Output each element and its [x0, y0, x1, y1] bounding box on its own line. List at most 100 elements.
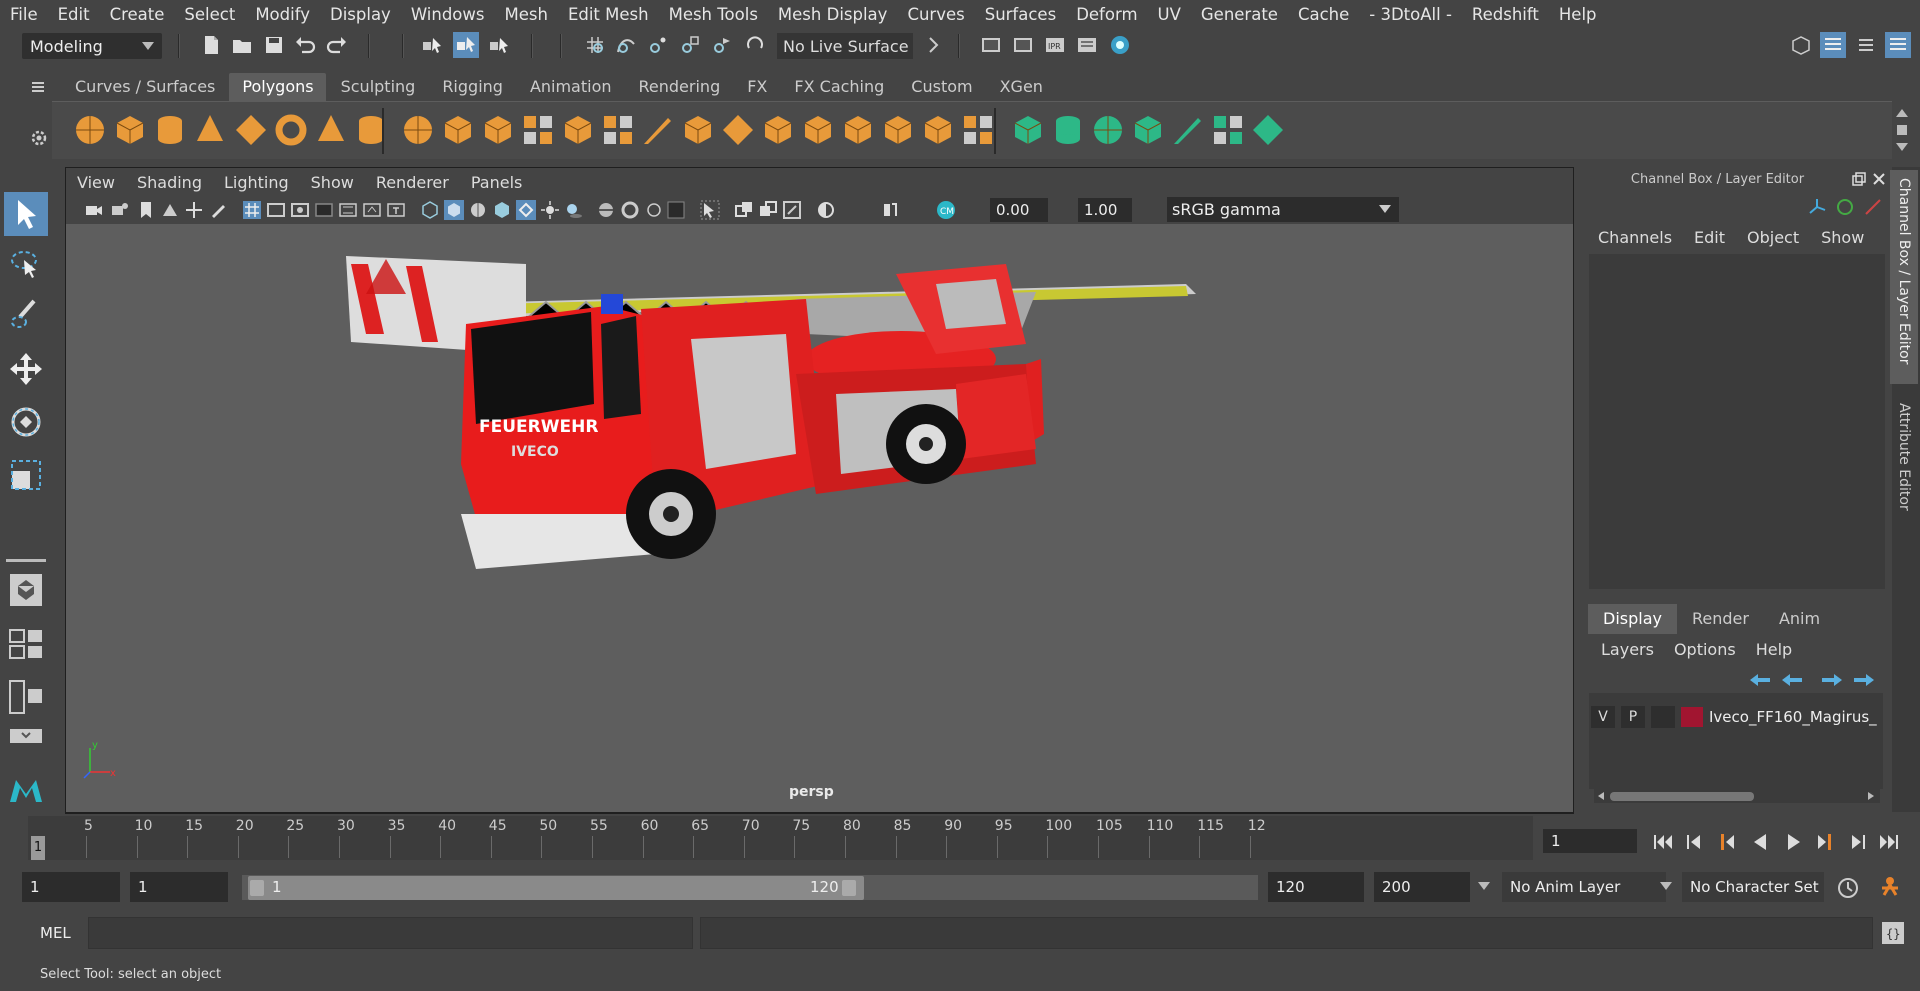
extract-icon[interactable] — [560, 112, 596, 148]
menu-curves[interactable]: Curves — [907, 5, 964, 24]
animation-preferences-icon[interactable] — [1876, 874, 1904, 902]
scale-tool-icon[interactable] — [8, 457, 44, 493]
shaded-wireframe-icon[interactable] — [468, 200, 488, 220]
tab-channel-box-layer-editor[interactable]: Channel Box / Layer Editor — [1890, 170, 1918, 384]
viewport-menu-panels[interactable]: Panels — [471, 173, 523, 192]
render-view-icon[interactable] — [980, 34, 1002, 56]
poly-sphere-icon[interactable] — [72, 112, 108, 148]
poly-pyramid-icon[interactable] — [313, 112, 349, 148]
character-set-dropdown[interactable]: No Character Set — [1682, 872, 1824, 902]
frame-selected-icon[interactable] — [758, 200, 778, 220]
select-camera-icon[interactable] — [84, 200, 104, 220]
range-end-handle[interactable] — [842, 880, 856, 896]
hud-icon[interactable] — [782, 200, 802, 220]
range-start-handle[interactable] — [250, 880, 264, 896]
new-layer-selected-icon[interactable] — [1852, 672, 1876, 688]
undo-icon[interactable] — [294, 34, 316, 56]
wireframe-icon[interactable] — [420, 200, 440, 220]
channel-box-menu-show[interactable]: Show — [1821, 228, 1864, 247]
step-back-key-icon[interactable] — [1716, 832, 1738, 852]
exposure-icon[interactable] — [816, 200, 836, 220]
select-tool-icon[interactable] — [4, 192, 48, 236]
ipr-render-icon[interactable]: IPR — [1044, 34, 1066, 56]
current-frame-field[interactable]: 1 — [1543, 829, 1637, 853]
tab-animation[interactable]: Animation — [517, 73, 624, 101]
tab-rigging[interactable]: Rigging — [429, 73, 515, 101]
color-space-dropdown[interactable]: sRGB gamma — [1167, 197, 1399, 222]
move-layer-down-icon[interactable] — [1780, 672, 1804, 688]
menu-file[interactable]: File — [10, 5, 38, 24]
gamma-field[interactable]: 1.00 — [1078, 198, 1132, 222]
render-current-frame-icon[interactable] — [1012, 34, 1034, 56]
scroll-right-icon[interactable] — [1866, 791, 1876, 801]
auto-key-icon[interactable] — [1836, 876, 1860, 900]
menu-mesh-tools[interactable]: Mesh Tools — [669, 5, 758, 24]
redo-icon[interactable] — [326, 34, 348, 56]
chevron-right-icon[interactable] — [922, 34, 944, 56]
scroll-left-icon[interactable] — [1596, 791, 1606, 801]
close-icon[interactable] — [1872, 172, 1886, 186]
layer-scrollbar[interactable] — [1594, 789, 1880, 803]
viewport-menu-view[interactable]: View — [77, 173, 115, 192]
use-all-lights-icon[interactable] — [516, 200, 536, 220]
channel-box-menu-edit[interactable]: Edit — [1694, 228, 1725, 247]
current-frame-marker[interactable]: 1 — [31, 836, 45, 860]
uv-layout-icon[interactable] — [1250, 112, 1286, 148]
play-forwards-icon[interactable] — [1782, 832, 1804, 852]
channel-box-toggle-icon[interactable] — [1820, 32, 1846, 58]
layer-row[interactable]: V P Iveco_FF160_Magirus_ — [1591, 705, 1881, 729]
snap-to-view-plane-icon[interactable] — [711, 34, 733, 56]
gamma-icon[interactable] — [880, 200, 900, 220]
anti-aliasing-icon[interactable] — [666, 200, 686, 220]
lasso-tool-icon[interactable] — [8, 246, 44, 282]
tab-curves-surfaces[interactable]: Curves / Surfaces — [62, 73, 227, 101]
bevel-icon[interactable] — [760, 112, 796, 148]
mirror-icon[interactable] — [480, 112, 516, 148]
camera-attributes-icon[interactable] — [110, 200, 130, 220]
offset-edge-loop-icon[interactable] — [880, 112, 916, 148]
layer-menu-layers[interactable]: Layers — [1601, 640, 1654, 659]
tab-xgen[interactable]: XGen — [987, 73, 1055, 101]
grid-toggle-icon[interactable] — [242, 200, 262, 220]
time-slider[interactable] — [28, 816, 1533, 860]
boolean-icon[interactable] — [600, 112, 636, 148]
separate-icon[interactable] — [440, 112, 476, 148]
menu-select[interactable]: Select — [184, 5, 235, 24]
menu-modify[interactable]: Modify — [255, 5, 310, 24]
grease-pencil-icon[interactable] — [208, 200, 228, 220]
playback-start-field[interactable]: 1 — [130, 872, 228, 902]
uv-cylindrical-icon[interactable] — [1050, 112, 1086, 148]
workspace-icon[interactable] — [1790, 34, 1812, 56]
tab-display[interactable]: Display — [1588, 604, 1677, 634]
float-panel-icon[interactable] — [1852, 172, 1866, 186]
single-perspective-view-icon[interactable] — [8, 572, 44, 608]
mode-selector[interactable]: Modeling — [22, 33, 162, 59]
command-language-label[interactable]: MEL — [40, 924, 71, 942]
uv-planar-icon[interactable] — [1010, 112, 1046, 148]
manipulator-icon[interactable] — [1806, 196, 1828, 218]
select-by-hierarchy-icon[interactable] — [421, 34, 443, 56]
new-layer-icon[interactable] — [1820, 672, 1844, 688]
viewport-menu-lighting[interactable]: Lighting — [224, 173, 289, 192]
play-backwards-icon[interactable] — [1750, 832, 1772, 852]
field-chart-icon[interactable] — [338, 200, 358, 220]
frame-all-icon[interactable] — [734, 200, 754, 220]
bridge-icon[interactable] — [720, 112, 756, 148]
tab-anim[interactable]: Anim — [1764, 604, 1835, 634]
2d-pan-zoom-icon[interactable] — [184, 200, 204, 220]
multi-cut-icon[interactable] — [640, 112, 676, 148]
bookmark-icon[interactable] — [136, 200, 156, 220]
safe-title-icon[interactable] — [386, 200, 406, 220]
viewport-menu-renderer[interactable]: Renderer — [376, 173, 449, 192]
move-tool-icon[interactable] — [8, 351, 44, 387]
shelf-scroll-icon[interactable] — [1892, 105, 1912, 155]
layer-display-type[interactable] — [1651, 706, 1675, 728]
hypershade-icon[interactable] — [1109, 34, 1131, 56]
merge-icon[interactable] — [960, 112, 996, 148]
uv-spherical-icon[interactable] — [1090, 112, 1126, 148]
poly-cylinder-icon[interactable] — [152, 112, 188, 148]
go-to-end-icon[interactable] — [1878, 832, 1900, 852]
ambient-occlusion-icon[interactable] — [620, 200, 640, 220]
save-scene-icon[interactable] — [263, 34, 285, 56]
film-gate-icon[interactable] — [266, 200, 286, 220]
